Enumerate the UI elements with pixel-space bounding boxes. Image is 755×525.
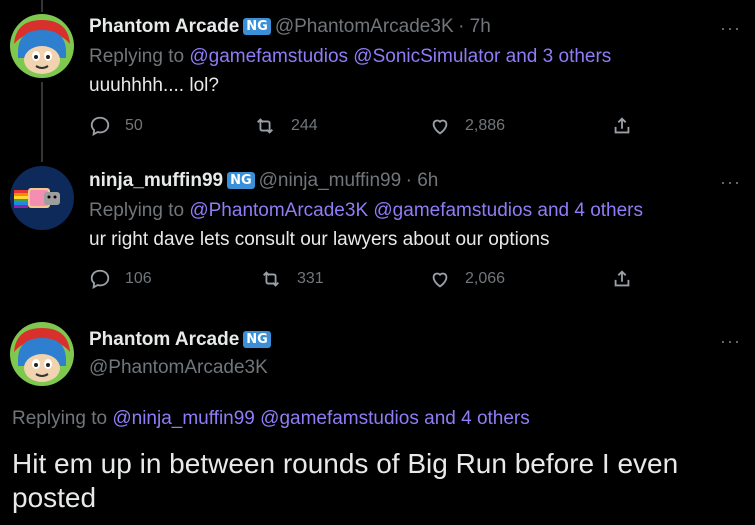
- handle[interactable]: @PhantomArcade3K: [275, 16, 454, 37]
- reply-count: 106: [125, 270, 152, 287]
- handle[interactable]: @PhantomArcade3K: [89, 357, 268, 379]
- more-options-icon[interactable]: ···: [720, 18, 741, 39]
- display-name[interactable]: Phantom Arcade: [89, 329, 239, 350]
- like-count: 2,066: [465, 270, 506, 287]
- reply-icon: [90, 116, 110, 136]
- more-options-icon[interactable]: ···: [720, 331, 741, 352]
- display-name[interactable]: ninja_muffin99: [89, 170, 223, 191]
- thread-line: [41, 82, 43, 162]
- retweet-button[interactable]: 331: [259, 268, 324, 290]
- retweet-button[interactable]: 244: [253, 115, 318, 137]
- like-button[interactable]: 2,886: [429, 115, 505, 137]
- tweet-text: ur right dave lets consult our lawyers a…: [89, 229, 550, 250]
- like-button[interactable]: 2,066: [429, 268, 505, 290]
- replying-label: Replying to: [89, 46, 185, 67]
- tweet-actions: 50 244 2,886: [89, 115, 649, 141]
- more-options-icon[interactable]: ···: [720, 172, 741, 193]
- avatar-ninja-muffin[interactable]: [10, 166, 74, 230]
- timestamp[interactable]: · 7h: [458, 16, 491, 37]
- replying-to-others[interactable]: and 3 others: [506, 46, 612, 67]
- main-tweet-text: Hit em up in between rounds of Big Run b…: [12, 448, 679, 513]
- avatar-phantom-arcade[interactable]: [10, 322, 74, 386]
- replying-to-handles[interactable]: @PhantomArcade3K @gamefamstudios: [189, 200, 532, 221]
- replying-label: Replying to: [12, 408, 108, 429]
- thread-line: [41, 0, 43, 12]
- heart-icon: [432, 272, 448, 288]
- retweet-count: 331: [297, 270, 324, 287]
- replying-to-others[interactable]: and 4 others: [537, 200, 643, 221]
- replying-to-handles[interactable]: @gamefamstudios @SonicSimulator: [189, 46, 500, 67]
- avatar-phantom-arcade[interactable]: [10, 14, 74, 78]
- share-icon: [614, 117, 630, 134]
- tweet-actions: 106 331 2,066: [89, 268, 649, 294]
- reply-button[interactable]: 50: [89, 115, 143, 137]
- replying-to-handles[interactable]: @ninja_muffin99 @gamefamstudios: [112, 408, 419, 429]
- share-button[interactable]: [611, 115, 647, 137]
- like-count: 2,886: [465, 117, 506, 134]
- share-button[interactable]: [611, 268, 647, 290]
- reply-button[interactable]: 106: [89, 268, 152, 290]
- ng-badge-icon: NG: [243, 18, 271, 35]
- handle[interactable]: @ninja_muffin99: [259, 170, 402, 191]
- timestamp[interactable]: · 6h: [406, 170, 439, 191]
- reply-count: 50: [125, 117, 143, 134]
- heart-icon: [432, 119, 448, 135]
- display-name[interactable]: Phantom Arcade: [89, 16, 239, 37]
- retweet-icon: [263, 271, 279, 287]
- replying-to-others[interactable]: and 4 others: [424, 408, 530, 429]
- ng-badge-icon: NG: [243, 331, 271, 348]
- share-icon: [614, 270, 630, 287]
- tweet-text: uuuhhhh.... lol?: [89, 75, 219, 96]
- retweet-count: 244: [291, 117, 318, 134]
- reply-icon: [90, 269, 110, 289]
- replying-label: Replying to: [89, 200, 185, 221]
- ng-badge-icon: NG: [227, 172, 255, 189]
- retweet-icon: [257, 118, 273, 134]
